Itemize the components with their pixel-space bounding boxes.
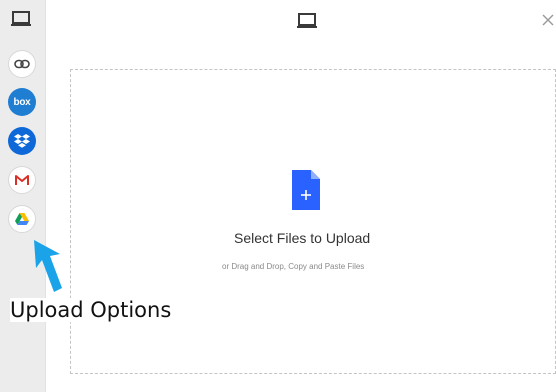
gmail-icon — [15, 174, 29, 185]
drop-zone-title[interactable]: Select Files to Upload — [70, 230, 556, 246]
link-icon — [14, 59, 30, 69]
source-google-drive[interactable] — [8, 205, 36, 233]
upload-options-label: Upload Options — [10, 298, 176, 322]
arrow-up-icon — [34, 240, 62, 292]
laptop-icon[interactable] — [10, 10, 32, 28]
dropbox-icon — [14, 134, 30, 148]
source-dropbox[interactable] — [8, 127, 36, 155]
file-drop-zone[interactable] — [70, 69, 556, 374]
source-box[interactable]: box — [8, 88, 36, 116]
source-gmail[interactable] — [8, 166, 36, 194]
source-link[interactable] — [8, 50, 36, 78]
google-drive-icon — [15, 213, 29, 225]
file-plus-icon[interactable] — [290, 168, 322, 212]
box-icon: box — [13, 96, 31, 108]
drop-zone-subtitle: or Drag and Drop, Copy and Paste Files — [222, 262, 365, 271]
close-icon[interactable] — [540, 12, 556, 28]
source-sidebar: box — [0, 0, 46, 392]
laptop-icon[interactable] — [296, 12, 318, 30]
